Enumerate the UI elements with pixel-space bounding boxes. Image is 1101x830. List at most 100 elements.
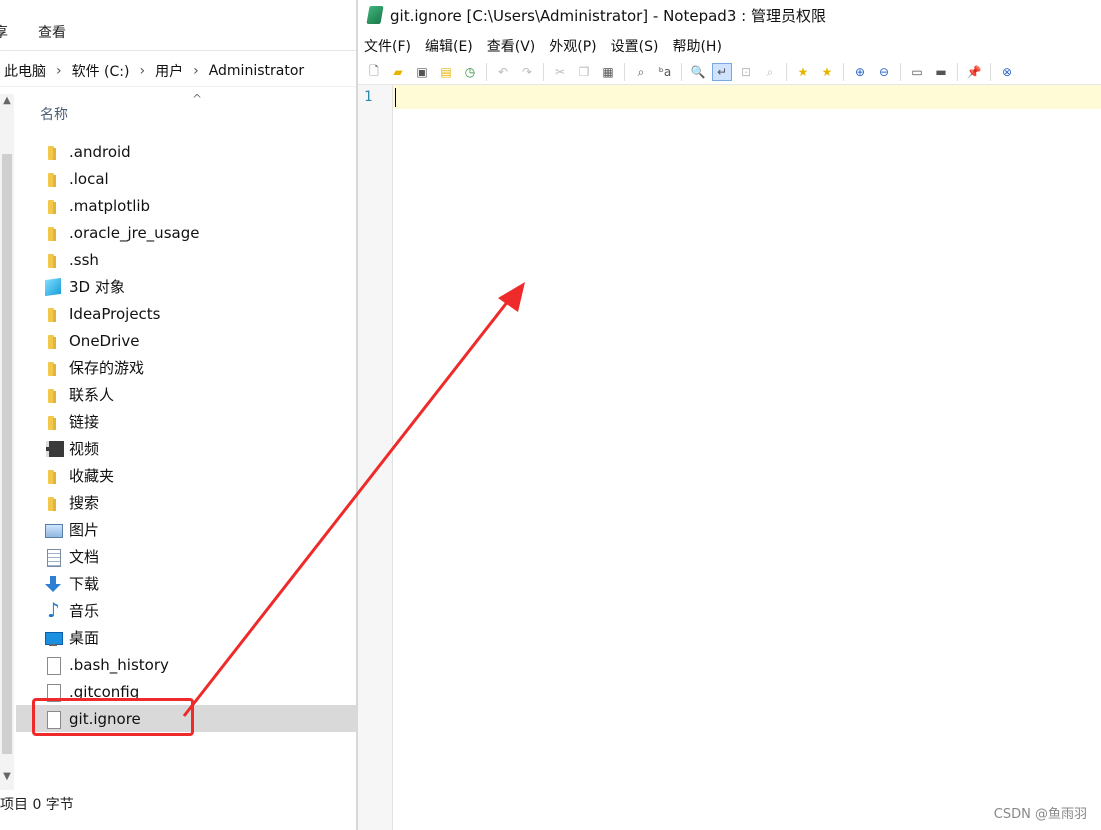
- status-bar-text: 项目 0 字节: [0, 797, 74, 813]
- breadcrumb-drive-c[interactable]: 软件 (C:): [70, 61, 132, 81]
- chevron-right-icon[interactable]: ›: [131, 63, 153, 79]
- list-item[interactable]: 音乐: [16, 597, 357, 624]
- revert-icon[interactable]: ◷: [460, 63, 480, 81]
- watermark-text: CSDN @鱼雨羽: [993, 807, 1087, 822]
- ribbon-tab-view[interactable]: 查看: [38, 22, 66, 42]
- pin-icon[interactable]: 📌: [964, 63, 984, 81]
- searches-icon: [44, 494, 64, 512]
- file-list: .android .local .matplotlib .oracle_jre_…: [16, 138, 357, 732]
- save-icon[interactable]: ▣: [412, 63, 432, 81]
- list-item[interactable]: 文档: [16, 543, 357, 570]
- chevron-right-icon[interactable]: ›: [48, 63, 70, 79]
- column-header-name[interactable]: 名称: [40, 104, 68, 124]
- breadcrumb-users[interactable]: 用户: [153, 61, 185, 81]
- scroll-up-icon[interactable]: ▲: [0, 94, 14, 108]
- list-item[interactable]: 保存的游戏: [16, 354, 357, 381]
- downloads-icon: [44, 575, 64, 593]
- copy-icon[interactable]: ❐: [574, 63, 594, 81]
- schema-icon[interactable]: ▭: [907, 63, 927, 81]
- find-next-icon[interactable]: 🔍: [688, 63, 708, 81]
- list-item[interactable]: 桌面: [16, 624, 357, 651]
- list-item[interactable]: .oracle_jre_usage: [16, 219, 357, 246]
- documents-icon: [44, 548, 64, 567]
- toolbar-separator: [624, 63, 625, 81]
- explorer-ribbon: 享 查看: [0, 14, 357, 51]
- menu-edit[interactable]: 编辑(E): [425, 36, 473, 56]
- menu-file[interactable]: 文件(F): [364, 36, 411, 56]
- folder-icon: [44, 224, 64, 242]
- list-item[interactable]: 联系人: [16, 381, 357, 408]
- toolbar-separator: [843, 63, 844, 81]
- folder-icon: [44, 251, 64, 269]
- customize-icon[interactable]: ▬: [931, 63, 951, 81]
- cut-icon[interactable]: ✂: [550, 63, 570, 81]
- magnify-icon[interactable]: ⌕: [760, 63, 780, 81]
- undo-icon[interactable]: ↶: [493, 63, 513, 81]
- notepad3-window: git.ignore [C:\Users\Administrator] - No…: [358, 0, 1101, 830]
- list-item[interactable]: 收藏夹: [16, 462, 357, 489]
- saved-games-icon: [44, 359, 64, 377]
- notepad-titlebar: git.ignore [C:\Users\Administrator] - No…: [358, 0, 1101, 30]
- contacts-icon: [44, 386, 64, 404]
- scrollbar-thumb[interactable]: [2, 154, 12, 754]
- list-item[interactable]: 搜索: [16, 489, 357, 516]
- vertical-scrollbar[interactable]: ▲ ▼: [0, 94, 14, 790]
- folder-icon: [44, 332, 64, 350]
- paste-icon[interactable]: ▦: [598, 63, 618, 81]
- favorites-star-icon[interactable]: ★: [793, 63, 813, 81]
- toolbar-separator: [681, 63, 682, 81]
- toolbar-separator: [900, 63, 901, 81]
- list-item[interactable]: OneDrive: [16, 327, 357, 354]
- word-wrap-toggle-icon[interactable]: ↵: [712, 63, 732, 81]
- menu-help[interactable]: 帮助(H): [672, 36, 721, 56]
- editor-text-area[interactable]: [393, 85, 1101, 109]
- list-item[interactable]: .bash_history: [16, 651, 357, 678]
- toolbar-separator: [786, 63, 787, 81]
- scroll-down-icon[interactable]: ▼: [0, 770, 14, 784]
- 3d-objects-icon: [44, 278, 64, 296]
- notepad3-app-icon: [366, 6, 384, 24]
- folder-icon: [44, 197, 64, 215]
- address-bar-breadcrumb[interactable]: 此电脑 › 软件 (C:) › 用户 › Administrator: [0, 56, 357, 87]
- menu-view[interactable]: 查看(V): [487, 36, 536, 56]
- ribbon-tab-share[interactable]: 享: [0, 22, 8, 42]
- list-item[interactable]: IdeaProjects: [16, 300, 357, 327]
- menu-settings[interactable]: 设置(S): [611, 36, 659, 56]
- replace-icon[interactable]: ᵇa: [655, 63, 675, 81]
- save-as-icon[interactable]: ▤: [436, 63, 456, 81]
- toolbar: 🗋 ▰ ▣ ▤ ◷ ↶ ↷ ✂ ❐ ▦ ⌕ ᵇa 🔍 ↵ ⊡ ⌕ ★ ★ ⊕ ⊖…: [358, 60, 1101, 85]
- breadcrumb-this-pc[interactable]: 此电脑: [2, 61, 48, 81]
- list-item[interactable]: .local: [16, 165, 357, 192]
- folder-icon: [44, 305, 64, 323]
- breadcrumb-administrator[interactable]: Administrator: [207, 63, 306, 79]
- list-item[interactable]: 视频: [16, 435, 357, 462]
- menu-bar: 文件(F) 编辑(E) 查看(V) 外观(P) 设置(S) 帮助(H): [358, 34, 1101, 58]
- list-item[interactable]: 图片: [16, 516, 357, 543]
- new-file-icon[interactable]: 🗋: [364, 63, 384, 81]
- videos-icon: [44, 440, 64, 458]
- list-item[interactable]: .ssh: [16, 246, 357, 273]
- add-favorite-icon[interactable]: ★: [817, 63, 837, 81]
- exit-icon[interactable]: ⊗: [997, 63, 1017, 81]
- menu-appearance[interactable]: 外观(P): [549, 36, 596, 56]
- line-number: 1: [364, 89, 373, 105]
- zoom-select-icon[interactable]: ⊡: [736, 63, 756, 81]
- links-icon: [44, 413, 64, 431]
- zoom-out-icon[interactable]: ⊖: [874, 63, 894, 81]
- toolbar-separator: [957, 63, 958, 81]
- find-icon[interactable]: ⌕: [631, 63, 651, 81]
- list-item[interactable]: 3D 对象: [16, 273, 357, 300]
- window-title: git.ignore [C:\Users\Administrator] - No…: [390, 6, 826, 25]
- chevron-right-icon[interactable]: ›: [185, 63, 207, 79]
- redo-icon[interactable]: ↷: [517, 63, 537, 81]
- open-folder-icon[interactable]: ▰: [388, 63, 408, 81]
- file-icon: [44, 656, 64, 675]
- text-caret: [395, 88, 396, 107]
- folder-icon: [44, 143, 64, 161]
- list-item[interactable]: .matplotlib: [16, 192, 357, 219]
- line-number-gutter: 1: [358, 85, 393, 830]
- zoom-in-icon[interactable]: ⊕: [850, 63, 870, 81]
- list-item[interactable]: .android: [16, 138, 357, 165]
- list-item[interactable]: 下载: [16, 570, 357, 597]
- list-item[interactable]: 链接: [16, 408, 357, 435]
